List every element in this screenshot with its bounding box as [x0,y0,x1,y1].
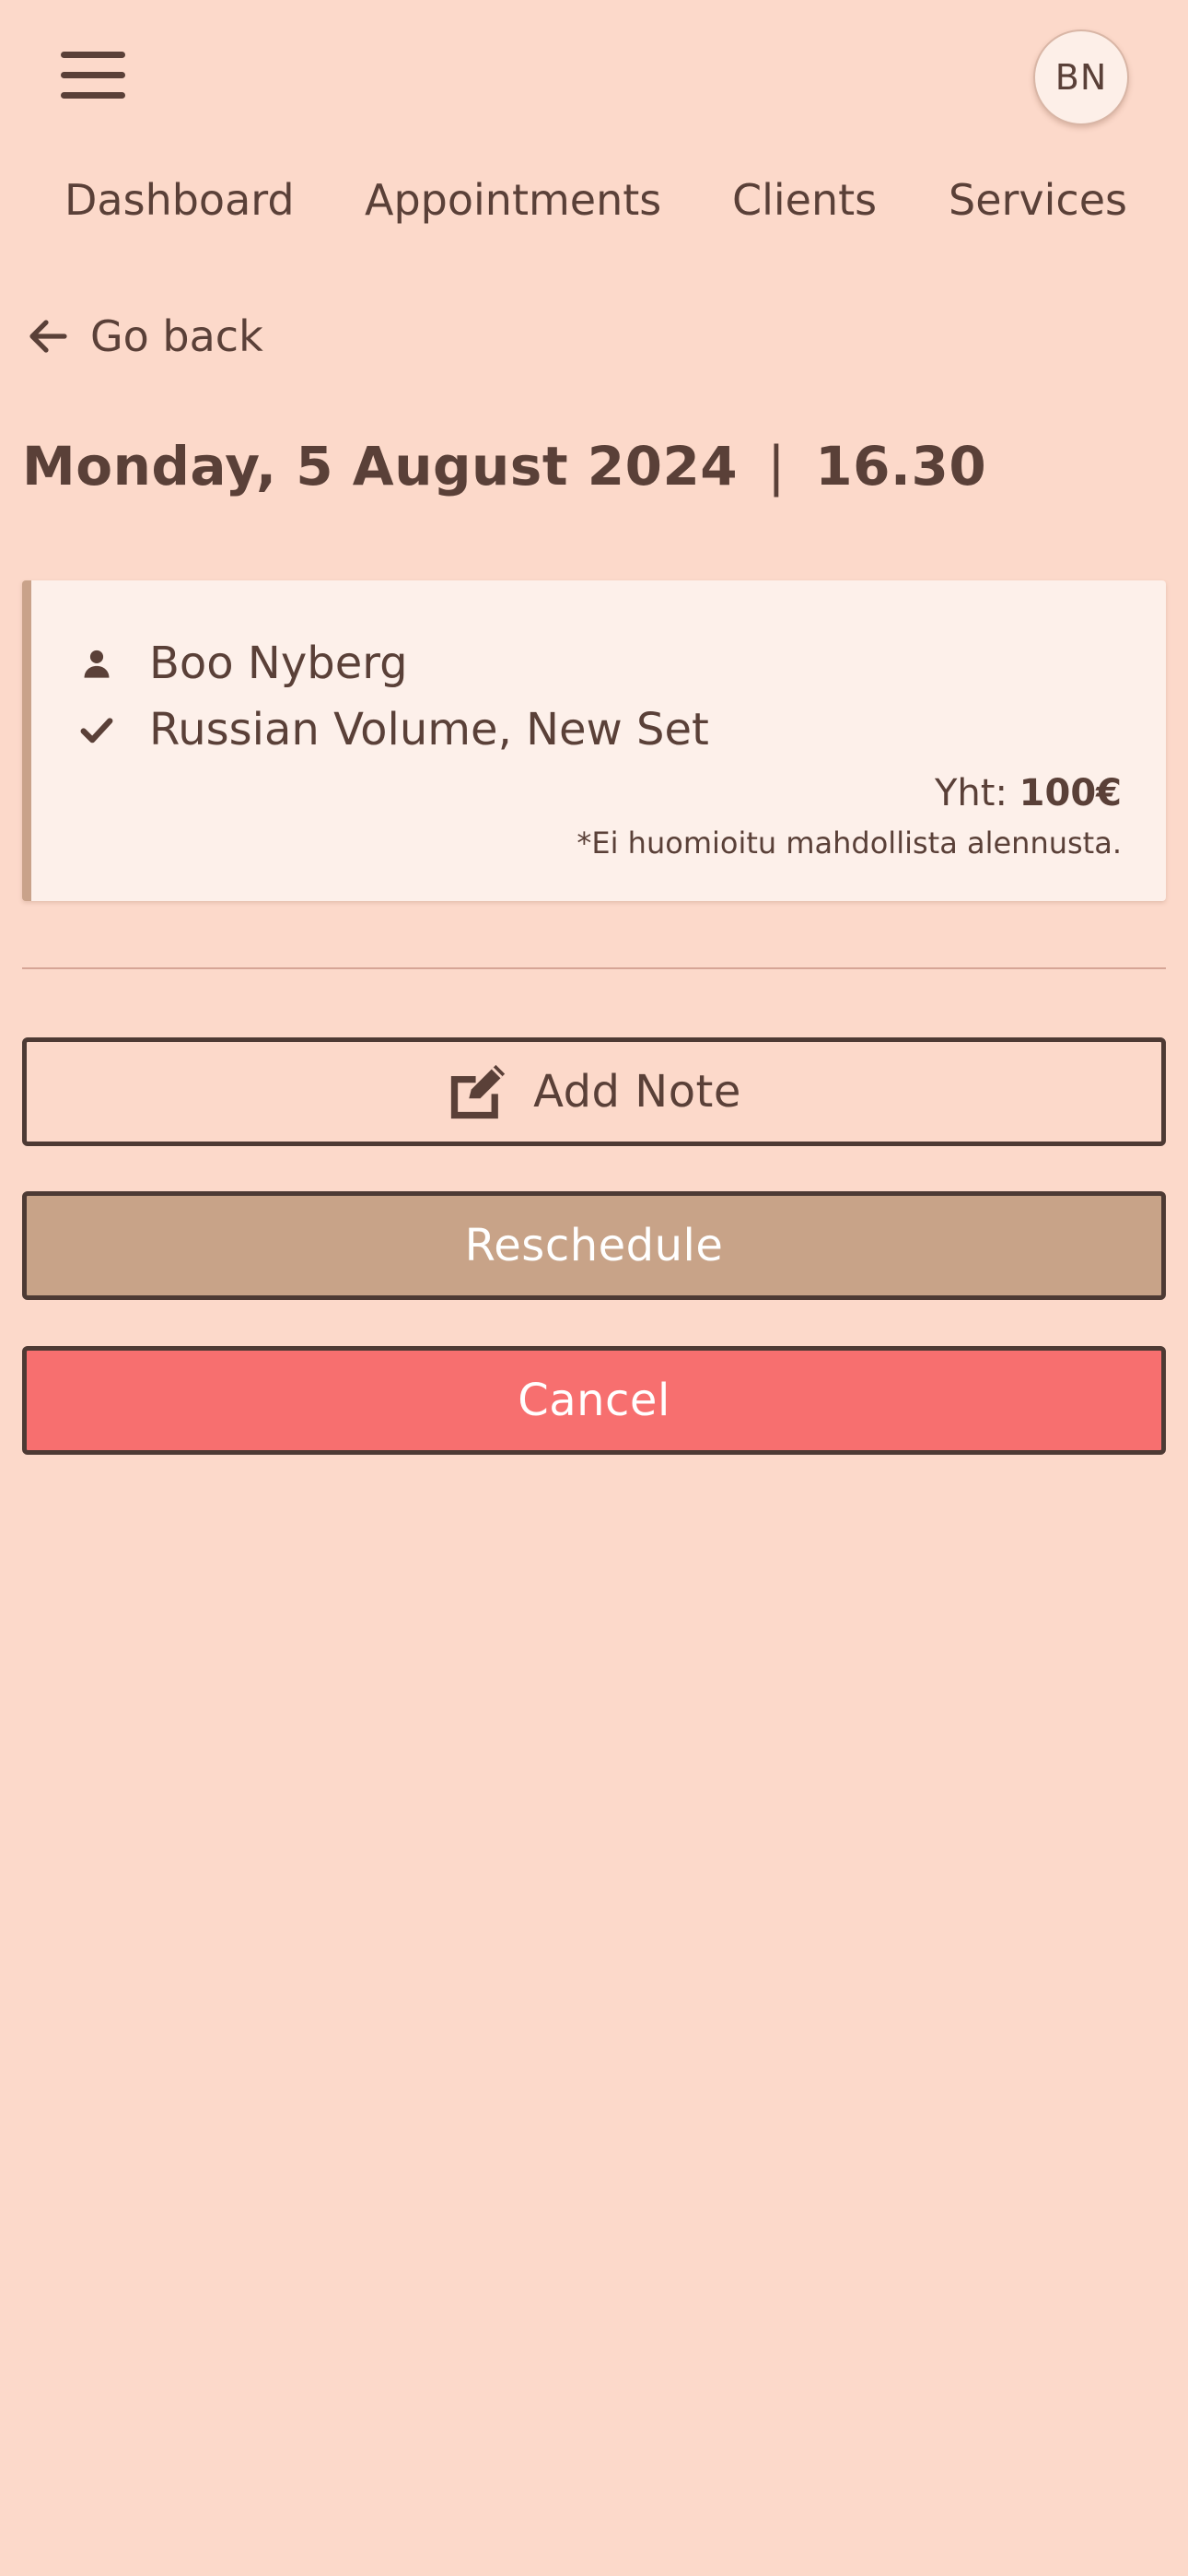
cancel-label: Cancel [518,1375,670,1426]
nav-item-services[interactable]: Services [949,175,1127,225]
reschedule-label: Reschedule [464,1220,724,1271]
service-row: Russian Volume, New Set [79,704,709,755]
discount-disclaimer: *Ei huomioitu mahdollista alennusta. [577,825,1122,861]
appointment-detail-page: BN Dashboard Appointments Clients Servic… [0,0,1188,2576]
total-label: Yht: [935,772,1007,814]
checkmark-icon [79,712,114,747]
reschedule-button[interactable]: Reschedule [22,1191,1166,1300]
nav-item-appointments[interactable]: Appointments [365,175,661,225]
go-back-link[interactable]: Go back [26,304,263,369]
heading-separator: | [767,435,786,498]
user-avatar[interactable]: BN [1033,29,1129,125]
nav-item-dashboard[interactable]: Dashboard [64,175,295,225]
appointment-date: Monday, 5 August 2024 [22,435,739,498]
divider [22,967,1166,969]
total-price: Yht: 100€ [935,772,1122,814]
add-note-button[interactable]: Add Note [22,1037,1166,1146]
main-nav: Dashboard Appointments Clients Services [0,166,1188,249]
arrow-left-icon [29,320,67,353]
top-bar: BN [0,0,1188,157]
appointment-card: Boo Nyberg Russian Volume, New Set Yht: … [22,580,1166,901]
edit-icon [450,1064,506,1119]
service-name: Russian Volume, New Set [149,704,709,755]
hamburger-menu-icon[interactable] [55,46,133,107]
appointment-time: 16.30 [815,435,987,498]
user-icon [79,646,114,681]
nav-item-clients[interactable]: Clients [732,175,877,225]
client-row: Boo Nyberg [79,638,408,689]
cancel-button[interactable]: Cancel [22,1346,1166,1455]
client-name: Boo Nyberg [149,638,408,689]
appointment-heading: Monday, 5 August 2024 | 16.30 [22,435,986,498]
add-note-label: Add Note [533,1066,741,1118]
total-value: 100€ [1019,772,1122,814]
go-back-label: Go back [90,311,263,361]
